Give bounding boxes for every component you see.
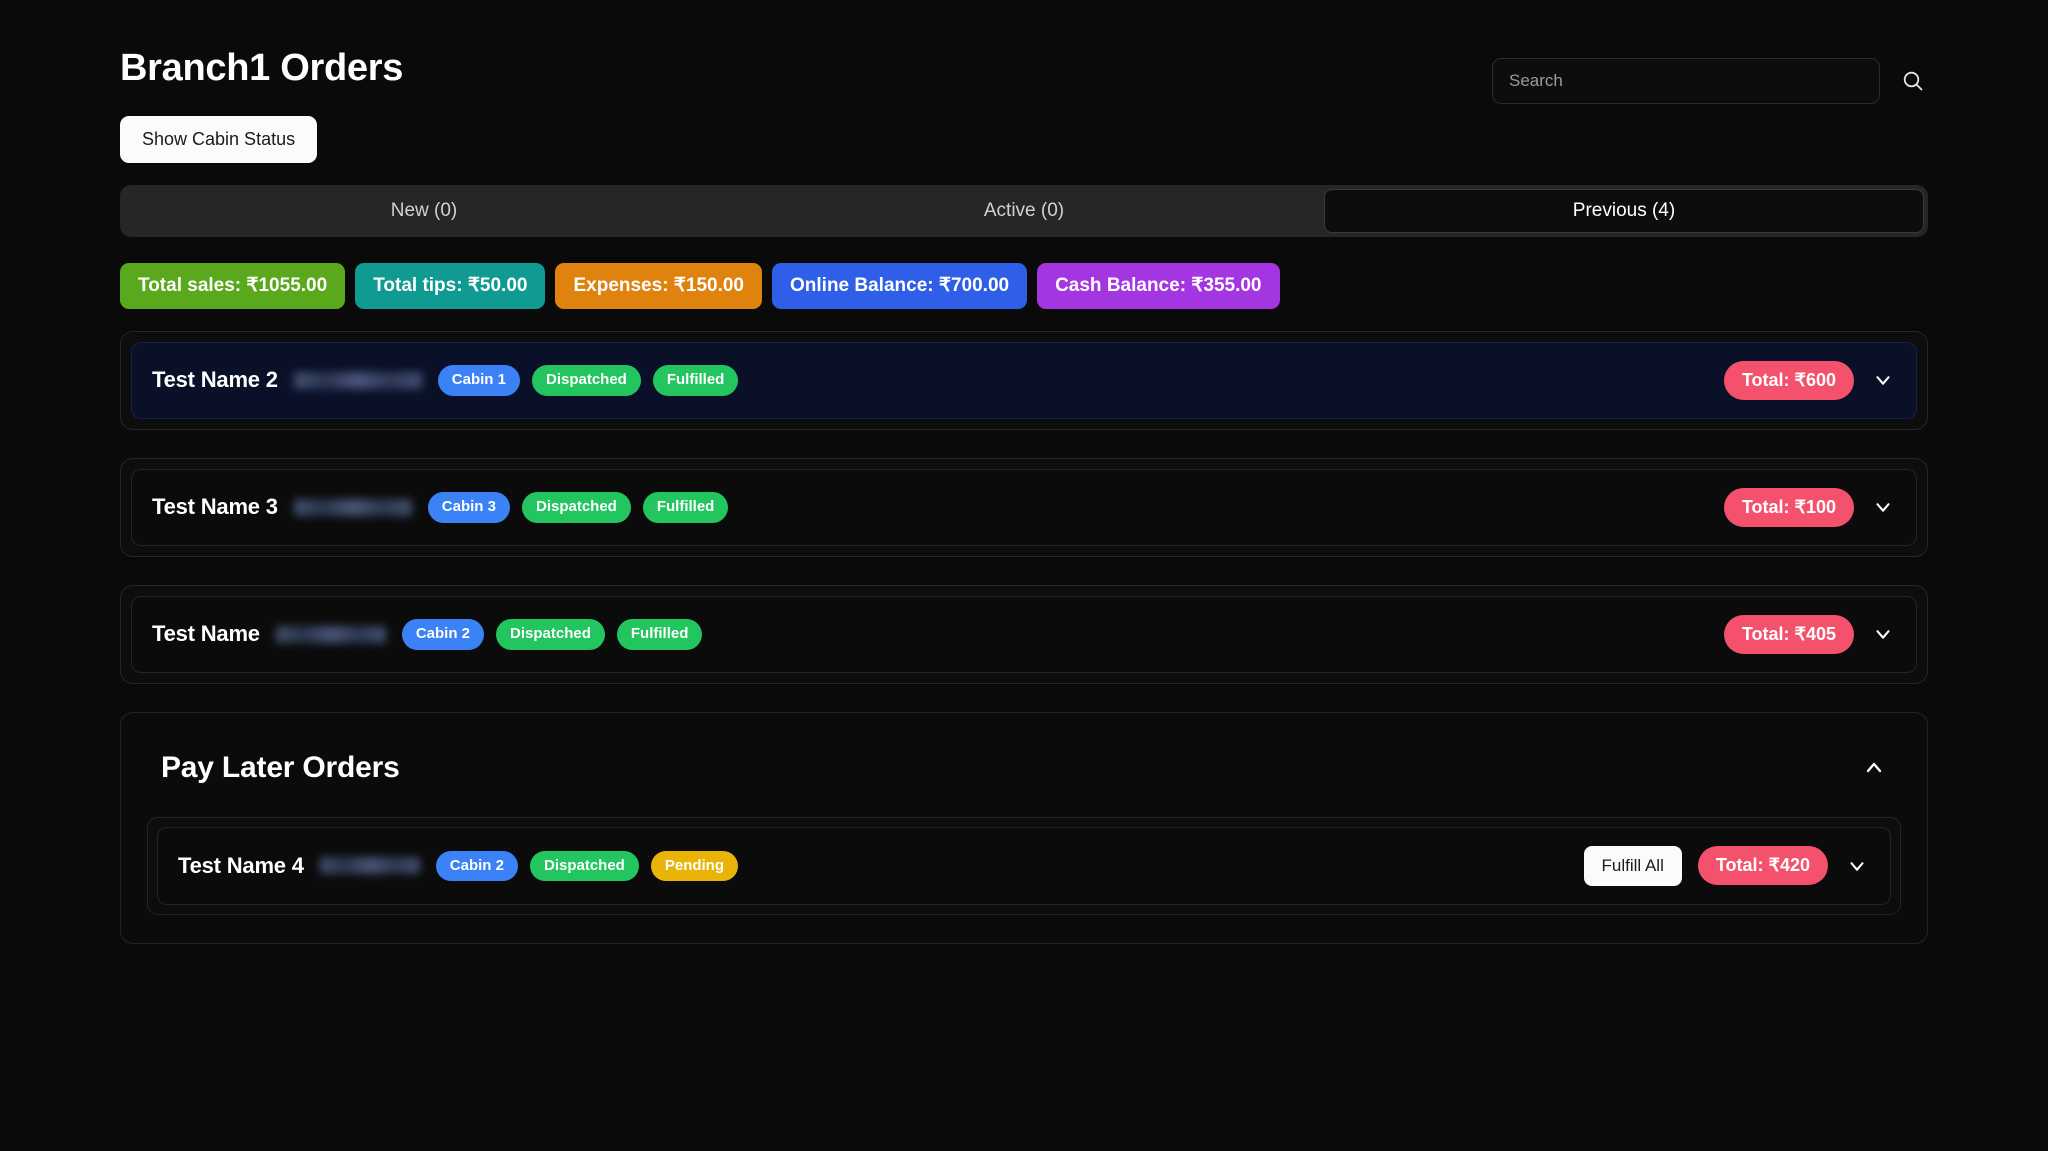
redacted-contact <box>293 371 422 389</box>
order-customer-name: Test Name 3 <box>152 494 278 520</box>
order-card: Test Name Cabin 2 Dispatched Fulfilled T… <box>120 584 1928 684</box>
redacted-contact <box>293 498 412 516</box>
page-header: Branch1 Orders <box>120 38 1928 104</box>
chevron-down-icon[interactable] <box>1844 853 1870 879</box>
summary-expenses: Expenses: ₹150.00 <box>555 263 762 309</box>
order-card: Test Name 3 Cabin 3 Dispatched Fulfilled… <box>120 457 1928 557</box>
search-icon[interactable] <box>1898 66 1928 96</box>
summary-total-sales: Total sales: ₹1055.00 <box>120 263 346 309</box>
order-summary: Test Name 2 Cabin 1 Dispatched Fulfilled <box>152 365 739 396</box>
chevron-down-icon[interactable] <box>1870 621 1896 647</box>
pay-later-header[interactable]: Pay Later Orders <box>147 739 1901 785</box>
order-summary: Test Name 4 Cabin 2 Dispatched Pending <box>178 850 739 882</box>
chevron-down-icon[interactable] <box>1870 494 1896 520</box>
order-row[interactable]: Test Name Cabin 2 Dispatched Fulfilled T… <box>131 595 1917 673</box>
chevron-down-icon[interactable] <box>1870 367 1896 393</box>
summary-pills: Total sales: ₹1055.00 Total tips: ₹50.00… <box>120 263 1928 309</box>
badge-dispatch-status: Dispatched <box>521 492 631 523</box>
tab-previous[interactable]: Previous (4) <box>1324 189 1924 233</box>
redacted-contact <box>319 857 420 875</box>
page-title: Branch1 Orders <box>120 47 404 89</box>
order-total: Total: ₹420 <box>1697 846 1828 886</box>
badge-dispatch-status: Dispatched <box>496 619 605 650</box>
order-customer-name: Test Name 2 <box>152 367 278 393</box>
order-actions: Fulfill All Total: ₹420 <box>1583 845 1871 886</box>
orders-tabs: New (0) Active (0) Previous (4) <box>120 185 1928 237</box>
order-summary: Test Name Cabin 2 Dispatched Fulfilled <box>152 619 703 650</box>
order-actions: Total: ₹600 <box>1723 360 1896 400</box>
tab-new[interactable]: New (0) <box>124 189 724 233</box>
order-total: Total: ₹100 <box>1723 487 1854 527</box>
badge-fulfillment-status: Fulfilled <box>652 365 739 396</box>
order-customer-name: Test Name <box>152 621 260 647</box>
fulfill-all-button[interactable]: Fulfill All <box>1583 845 1682 886</box>
order-row[interactable]: Test Name 2 Cabin 1 Dispatched Fulfilled… <box>131 341 1917 419</box>
order-row[interactable]: Test Name 3 Cabin 3 Dispatched Fulfilled… <box>131 468 1917 546</box>
pay-later-orders: Test Name 4 Cabin 2 Dispatched Pending F… <box>147 816 1901 915</box>
badge-fulfillment-status: Fulfilled <box>616 619 703 650</box>
tab-active[interactable]: Active (0) <box>724 189 1324 233</box>
badge-cabin: Cabin 2 <box>401 619 485 650</box>
badge-fulfillment-status: Fulfilled <box>642 492 729 523</box>
summary-cash-balance: Cash Balance: ₹355.00 <box>1037 263 1280 309</box>
summary-total-tips: Total tips: ₹50.00 <box>355 263 546 309</box>
badge-dispatch-status: Dispatched <box>529 850 639 882</box>
order-actions: Total: ₹100 <box>1723 487 1896 527</box>
search-input[interactable] <box>1492 58 1880 104</box>
badge-payment-status: Pending <box>650 850 739 882</box>
order-customer-name: Test Name 4 <box>178 852 304 878</box>
order-actions: Total: ₹405 <box>1723 614 1896 654</box>
chevron-up-icon[interactable] <box>1861 755 1887 781</box>
order-card: Test Name 2 Cabin 1 Dispatched Fulfilled… <box>120 330 1928 430</box>
order-total: Total: ₹405 <box>1723 614 1854 654</box>
badge-dispatch-status: Dispatched <box>531 365 641 396</box>
redacted-contact <box>275 625 386 643</box>
badge-cabin: Cabin 2 <box>435 850 518 882</box>
pay-later-title: Pay Later Orders <box>161 750 400 784</box>
orders-page: Branch1 Orders Show Cabin Status New (0)… <box>0 0 2048 1151</box>
badge-cabin: Cabin 3 <box>427 492 510 523</box>
order-row[interactable]: Test Name 4 Cabin 2 Dispatched Pending F… <box>157 826 1891 905</box>
orders-list: Test Name 2 Cabin 1 Dispatched Fulfilled… <box>120 330 1928 944</box>
order-total: Total: ₹600 <box>1723 360 1854 400</box>
search-area <box>1492 58 1928 104</box>
pay-later-section: Pay Later Orders Test Name 4 Cabin 2 Dis… <box>120 711 1928 944</box>
show-cabin-status-button[interactable]: Show Cabin Status <box>120 116 318 163</box>
order-summary: Test Name 3 Cabin 3 Dispatched Fulfilled <box>152 492 729 523</box>
summary-online-balance: Online Balance: ₹700.00 <box>772 263 1028 309</box>
badge-cabin: Cabin 1 <box>437 365 520 396</box>
